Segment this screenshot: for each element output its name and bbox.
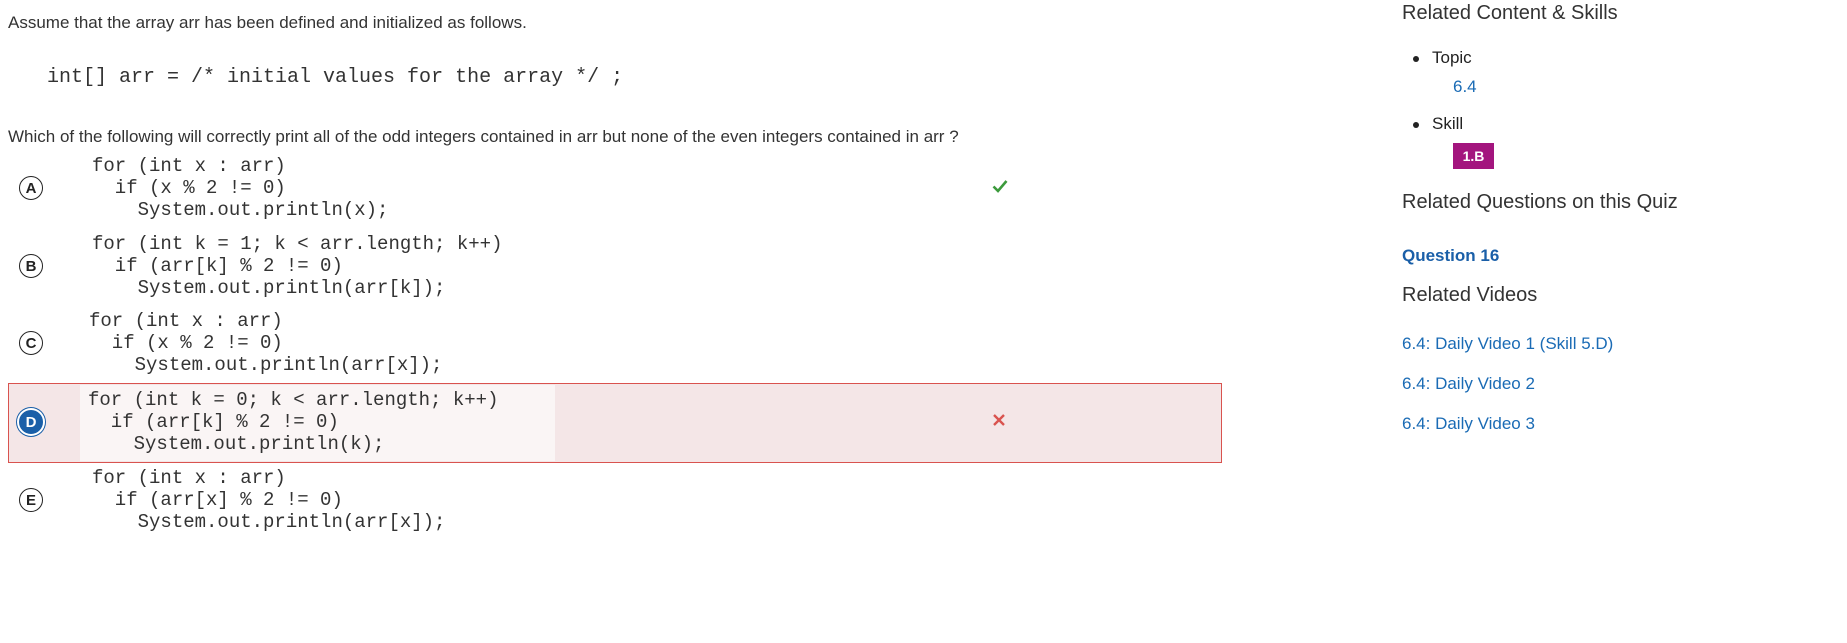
related-content-heading: Related Content & Skills	[1402, 2, 1618, 24]
choice-c-code: for (int x : arr) if (x % 2 != 0) System…	[89, 310, 443, 376]
skill-label: Skill	[1412, 114, 1464, 133]
choice-d-letter[interactable]: D	[19, 410, 43, 434]
choice-b[interactable]: B for (int k = 1; k < arr.length; k++) i…	[8, 228, 1222, 308]
choice-c[interactable]: C for (int x : arr) if (x % 2 != 0) Syst…	[8, 305, 1222, 385]
check-icon	[990, 176, 1010, 196]
x-icon	[989, 410, 1009, 430]
related-videos-heading: Related Videos	[1402, 284, 1538, 306]
question-prompt: Which of the following will correctly pr…	[8, 127, 959, 146]
choice-a[interactable]: A for (int x : arr) if (x % 2 != 0) Syst…	[8, 150, 1222, 230]
skill-badge: 1.B	[1453, 143, 1494, 169]
topic-link[interactable]: 6.4	[1453, 77, 1477, 97]
topic-label: Topic	[1413, 48, 1472, 67]
question-intro: Assume that the array arr has been defin…	[8, 13, 527, 32]
related-questions-heading: Related Questions on this Quiz	[1402, 191, 1678, 213]
related-question-link[interactable]: Question 16	[1402, 246, 1499, 266]
video-link-2[interactable]: 6.4: Daily Video 2	[1402, 374, 1535, 394]
video-link-3[interactable]: 6.4: Daily Video 3	[1402, 414, 1535, 434]
choice-d[interactable]: D for (int k = 0; k < arr.length; k++) i…	[8, 383, 1222, 463]
choice-e-letter[interactable]: E	[19, 488, 43, 512]
choice-d-code: for (int k = 0; k < arr.length; k++) if …	[88, 389, 499, 455]
choice-a-letter[interactable]: A	[19, 176, 43, 200]
choice-e-code: for (int x : arr) if (arr[x] % 2 != 0) S…	[92, 467, 446, 533]
choice-a-code: for (int x : arr) if (x % 2 != 0) System…	[92, 155, 389, 221]
choice-c-letter[interactable]: C	[19, 331, 43, 355]
choice-b-letter[interactable]: B	[19, 254, 43, 278]
array-declaration: int[] arr = /* initial values for the ar…	[47, 66, 624, 89]
choice-b-code: for (int k = 1; k < arr.length; k++) if …	[92, 233, 503, 299]
choice-e[interactable]: E for (int x : arr) if (arr[x] % 2 != 0)…	[8, 462, 1222, 542]
video-link-1[interactable]: 6.4: Daily Video 1 (Skill 5.D)	[1402, 334, 1613, 354]
